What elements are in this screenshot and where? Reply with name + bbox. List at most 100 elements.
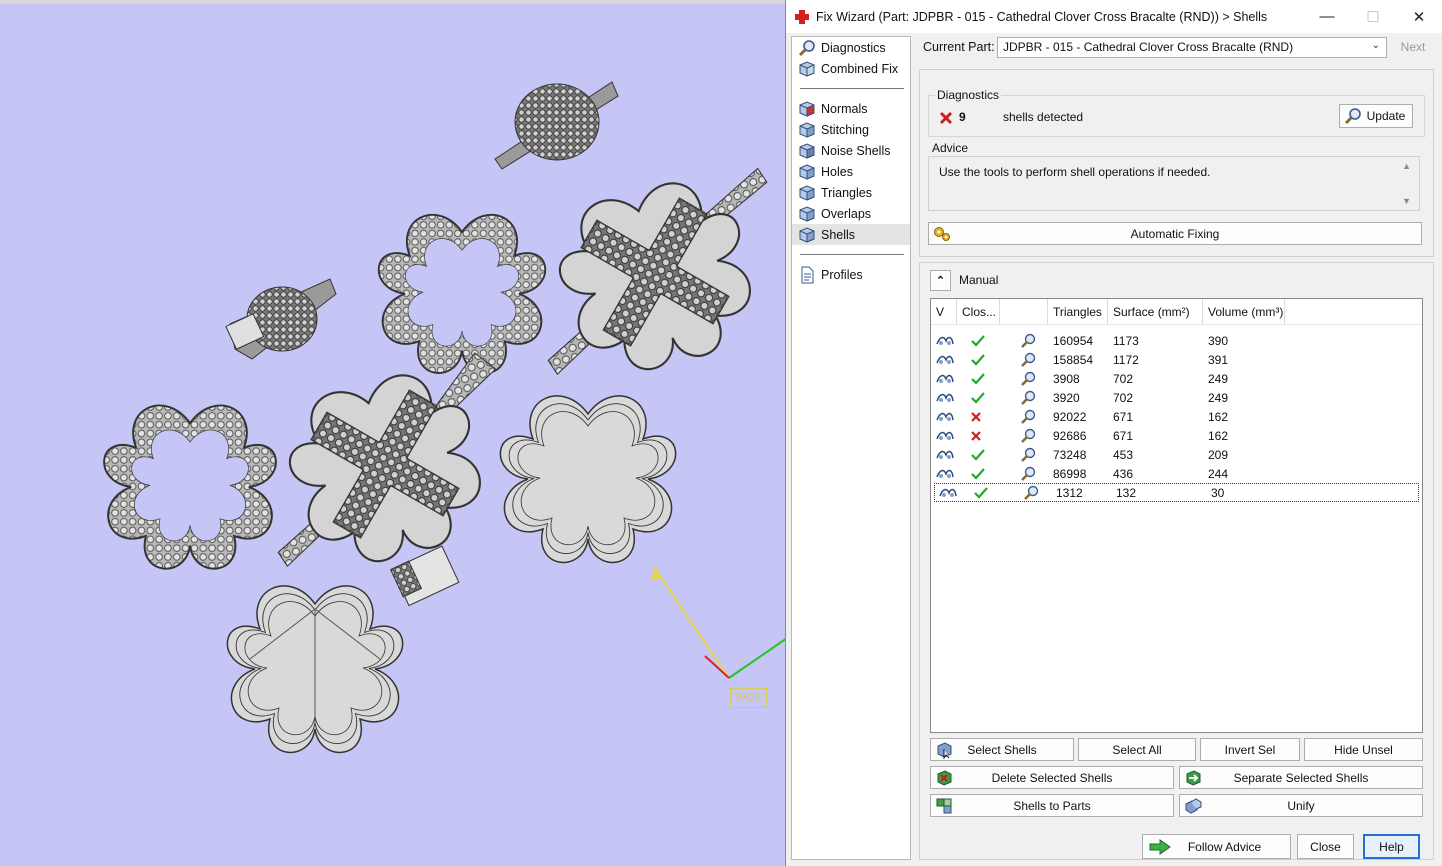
red-cross-icon (795, 9, 809, 24)
table-row[interactable]: 1312 132 30 (934, 483, 1419, 502)
clover-plain-1 (499, 395, 677, 564)
col-surface[interactable]: Surface (mm²) (1108, 299, 1203, 325)
nav-item-stitching[interactable]: Stitching (792, 119, 910, 140)
diagnostics-group: Diagnostics 9 shells detected Update (928, 88, 1425, 137)
follow-advice-button[interactable]: Follow Advice (1142, 834, 1291, 859)
visibility-toggle-icon[interactable] (936, 335, 954, 347)
scroll-up-icon[interactable]: ▲ (1402, 161, 1411, 171)
select-shells-button[interactable]: Select Shells (930, 738, 1074, 761)
separate-shells-icon (1186, 770, 1201, 786)
visibility-toggle-icon[interactable] (936, 411, 954, 423)
nav-item-normals[interactable]: Normals (792, 98, 910, 119)
nav-item-noise-shells[interactable]: Noise Shells (792, 140, 910, 161)
zoom-to-shell-icon[interactable] (1020, 352, 1036, 368)
next-button[interactable]: Next (1393, 37, 1433, 58)
zoom-to-shell-icon[interactable] (1020, 333, 1036, 349)
triangles-cube-icon (799, 184, 815, 201)
nav-item-label: Holes (821, 164, 853, 179)
cell-volume: 244 (1208, 466, 1229, 481)
ring-model-left (225, 278, 337, 360)
viewport-scene (103, 81, 790, 754)
shells-table[interactable]: V Clos... Triangles Surface (mm²) Volume… (930, 298, 1423, 733)
invert-sel-button[interactable]: Invert Sel (1200, 738, 1300, 761)
delete-selected-shells-button[interactable]: Delete Selected Shells (930, 766, 1174, 789)
current-part-select[interactable]: JDPBR - 015 - Cathedral Clover Cross Bra… (997, 36, 1387, 58)
help-button[interactable]: Help (1363, 834, 1420, 859)
visibility-toggle-icon[interactable] (936, 392, 954, 404)
cell-volume: 162 (1208, 428, 1229, 443)
separate-selected-shells-button[interactable]: Separate Selected Shells (1179, 766, 1423, 789)
update-button[interactable]: Update (1339, 104, 1413, 128)
cell-volume: 162 (1208, 409, 1229, 424)
shells-table-body: 160954 1173 390 158854 1172 391 3908 702 249 3920… (931, 325, 1422, 502)
cell-triangles: 3920 (1053, 390, 1080, 405)
cell-volume: 249 (1208, 371, 1229, 386)
dialog-titlebar[interactable]: Fix Wizard (Part: JDPBR - 015 - Cathedra… (786, 0, 1442, 33)
advice-textbox[interactable]: Use the tools to perform shell operation… (928, 156, 1420, 211)
nav-item-overlaps[interactable]: Overlaps (792, 203, 910, 224)
overlaps-cube-icon (799, 205, 815, 222)
zoom-to-shell-icon[interactable] (1020, 466, 1036, 482)
zoom-to-shell-icon[interactable] (1020, 390, 1036, 406)
col-volume[interactable]: Volume (mm³) (1203, 299, 1285, 325)
table-row[interactable]: 92686 671 162 (931, 426, 1422, 445)
col-triangles[interactable]: Triangles (1048, 299, 1108, 325)
col-closed[interactable]: Clos... (957, 299, 1000, 325)
table-row[interactable]: 86998 436 244 (931, 464, 1422, 483)
visibility-toggle-icon[interactable] (936, 354, 954, 366)
table-row[interactable]: 160954 1173 390 (931, 331, 1422, 350)
table-row[interactable]: 3920 702 249 (931, 388, 1422, 407)
nav-item-triangles[interactable]: Triangles (792, 182, 910, 203)
select-all-button[interactable]: Select All (1078, 738, 1196, 761)
collapse-manual-button[interactable]: ⌃ (930, 270, 951, 291)
zoom-to-shell-icon[interactable] (1020, 428, 1036, 444)
cell-surface: 702 (1113, 371, 1134, 386)
visibility-toggle-icon[interactable] (936, 468, 954, 480)
col-visible[interactable]: V (931, 299, 957, 325)
visibility-toggle-icon[interactable] (939, 487, 957, 499)
nav-item-shells[interactable]: Shells (792, 224, 910, 245)
table-row[interactable]: 3908 702 249 (931, 369, 1422, 388)
nav-item-profiles[interactable]: Profiles (792, 264, 910, 285)
cell-triangles: 92022 (1053, 409, 1087, 424)
minimize-button[interactable]: — (1304, 0, 1350, 33)
cell-triangles: 158854 (1053, 352, 1094, 367)
close-window-button[interactable]: ✕ (1396, 0, 1442, 33)
unify-button[interactable]: Unify (1179, 794, 1423, 817)
nav-item-diagnostics[interactable]: Diagnostics (792, 37, 910, 58)
automatic-fixing-button[interactable]: Automatic Fixing (928, 222, 1422, 245)
table-row[interactable]: 92022 671 162 (931, 407, 1422, 426)
nav-item-combined-fix[interactable]: Combined Fix (792, 58, 910, 79)
zoom-to-shell-icon[interactable] (1020, 447, 1036, 463)
clasp-model (389, 545, 460, 607)
3d-viewport[interactable]: WCS (0, 0, 790, 866)
hide-unsel-button[interactable]: Hide Unsel (1304, 738, 1423, 761)
cell-volume: 209 (1208, 447, 1229, 462)
wizard-nav: Diagnostics Combined Fix Normals Stitching… (791, 36, 911, 860)
close-button[interactable]: Close (1297, 834, 1354, 859)
zoom-to-shell-icon[interactable] (1020, 371, 1036, 387)
zoom-to-shell-icon[interactable] (1023, 485, 1039, 501)
col-zoom[interactable] (1000, 299, 1048, 325)
diagnostics-panel: Diagnostics 9 shells detected Update Adv… (919, 69, 1434, 257)
visibility-toggle-icon[interactable] (936, 449, 954, 461)
zoom-to-shell-icon[interactable] (1020, 409, 1036, 425)
holes-cube-icon (799, 163, 815, 180)
shells-to-parts-button[interactable]: Shells to Parts (930, 794, 1174, 817)
cell-triangles: 160954 (1053, 333, 1094, 348)
document-icon (801, 266, 814, 283)
visibility-toggle-icon[interactable] (936, 430, 954, 442)
nav-item-label: Triangles (821, 185, 872, 200)
table-row[interactable]: 73248 453 209 (931, 445, 1422, 464)
fix-wizard-dialog: Fix Wizard (Part: JDPBR - 015 - Cathedra… (785, 0, 1442, 866)
maximize-button[interactable]: ☐ (1350, 0, 1396, 33)
cell-surface: 132 (1116, 485, 1137, 500)
visibility-toggle-icon[interactable] (936, 373, 954, 385)
delete-shells-icon (937, 770, 952, 786)
diagnostics-text: shells detected (1003, 110, 1084, 124)
nav-item-holes[interactable]: Holes (792, 161, 910, 182)
table-row[interactable]: 158854 1172 391 (931, 350, 1422, 369)
cell-surface: 702 (1113, 390, 1134, 405)
shells-to-parts-icon (936, 798, 952, 814)
scroll-down-icon[interactable]: ▼ (1402, 196, 1411, 206)
